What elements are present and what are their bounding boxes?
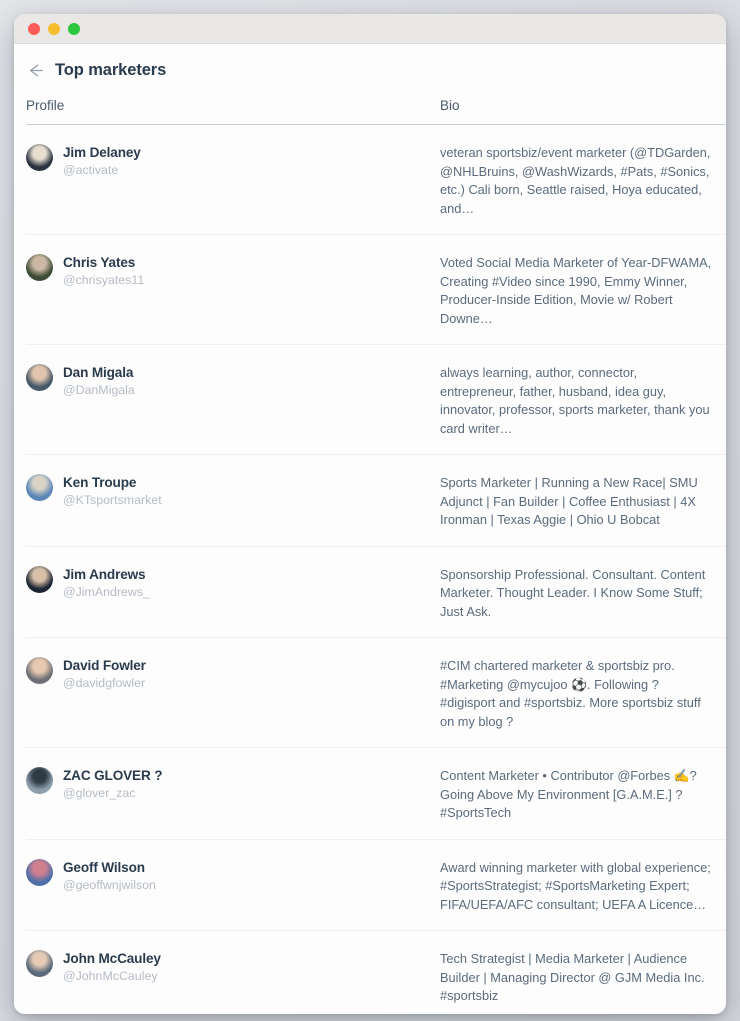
table-row[interactable]: David Fowler @davidgfowler #CIM chartered …: [26, 638, 726, 748]
avatar[interactable]: [26, 767, 53, 794]
avatar[interactable]: [26, 858, 53, 886]
profile-cell[interactable]: David Fowler @davidgfowler: [26, 656, 440, 731]
table-row[interactable]: Jim Andrews @JimAndrews_ Sponsorship Profe…: [26, 547, 726, 638]
profile-name[interactable]: Jim Andrews: [63, 566, 150, 583]
avatar-image: [26, 144, 53, 171]
profile-handle[interactable]: @DanMigala: [63, 382, 135, 398]
arrow-left-icon[interactable]: [26, 61, 45, 80]
profile-names: ZAC GLOVER ? @glover_zac: [63, 766, 163, 801]
profile-name[interactable]: ZAC GLOVER ?: [63, 767, 163, 784]
avatar-image: [26, 657, 53, 684]
minimize-window-button[interactable]: [48, 22, 60, 35]
app-window: Top marketers Profile Bio Jim Delaney @ac…: [14, 14, 726, 1014]
profile-names: Jim Delaney @activate: [63, 143, 141, 178]
window-titlebar: [14, 14, 726, 44]
avatar-image: [26, 767, 53, 794]
profile-cell[interactable]: Jim Delaney @activate: [26, 143, 440, 218]
profile-cell[interactable]: Ken Troupe @KTsportsmarket: [26, 473, 440, 530]
profile-bio: Sponsorship Professional. Consultant. Co…: [440, 566, 706, 619]
profile-name[interactable]: Dan Migala: [63, 364, 135, 381]
table-header-row: Profile Bio: [26, 98, 726, 125]
marketers-table: Profile Bio Jim Delaney @activate veteran …: [24, 98, 726, 1014]
profile-bio: always learning, author, connector, entr…: [440, 365, 710, 436]
profile-cell[interactable]: John McCauley @JohnMcCauley: [26, 949, 440, 1006]
table-row[interactable]: Jim Delaney @activate veteran sportsbiz/ev…: [26, 125, 726, 235]
profile-names: Ken Troupe @KTsportsmarket: [63, 473, 162, 508]
profile-name[interactable]: Chris Yates: [63, 254, 144, 271]
profile-handle[interactable]: @JohnMcCauley: [63, 968, 161, 984]
avatar-image: [26, 364, 53, 391]
profile-bio: #CIM chartered marketer & sportsbiz pro.…: [440, 658, 701, 729]
profile-handle[interactable]: @glover_zac: [63, 785, 162, 801]
profile-handle[interactable]: @geoffwnjwilson: [63, 877, 156, 893]
profile-cell[interactable]: Chris Yates @chrisyates11: [26, 253, 440, 328]
profile-names: John McCauley @JohnMcCauley: [63, 949, 161, 984]
column-header-profile: Profile: [26, 98, 65, 113]
profile-names: David Fowler @davidgfowler: [63, 656, 146, 691]
profile-name[interactable]: John McCauley: [63, 950, 161, 967]
page-header: Top marketers: [26, 45, 712, 80]
avatar-image: [26, 950, 53, 977]
table-body: Jim Delaney @activate veteran sportsbiz/ev…: [24, 125, 726, 1014]
profile-name[interactable]: Geoff Wilson: [63, 859, 156, 876]
close-window-button[interactable]: [28, 22, 40, 35]
profile-bio: Tech Strategist | Media Marketer | Audie…: [440, 951, 705, 1003]
avatar[interactable]: [26, 657, 53, 684]
profile-names: Dan Migala @DanMigala: [63, 363, 135, 398]
table-row[interactable]: Geoff Wilson @geoffwnjwilson Award winning…: [26, 840, 726, 931]
avatar[interactable]: [26, 474, 53, 501]
table-row[interactable]: Ken Troupe @KTsportsmarket Sports Marketer…: [26, 455, 726, 547]
profile-bio: Voted Social Media Marketer of Year-DFWA…: [440, 255, 712, 326]
avatar[interactable]: [26, 254, 53, 281]
profile-names: Jim Andrews @JimAndrews_: [63, 565, 150, 600]
profile-handle[interactable]: @davidgfowler: [63, 675, 146, 691]
profile-bio: Content Marketer • Contributor @Forbes ✍…: [440, 768, 697, 820]
profile-names: Geoff Wilson @geoffwnjwilson: [63, 858, 156, 893]
column-header-bio: Bio: [440, 98, 460, 113]
page-content: Top marketers Profile Bio Jim Delaney @ac…: [14, 45, 726, 1014]
table-row[interactable]: John McCauley @JohnMcCauley Tech Strategis…: [26, 931, 726, 1014]
avatar-image: [26, 474, 53, 501]
avatar[interactable]: [26, 950, 53, 977]
profile-cell[interactable]: Jim Andrews @JimAndrews_: [26, 565, 440, 622]
avatar[interactable]: [26, 144, 53, 171]
page-scroll-container[interactable]: Top marketers Profile Bio Jim Delaney @ac…: [14, 45, 726, 1014]
avatar[interactable]: [26, 565, 53, 593]
avatar[interactable]: [26, 364, 53, 391]
table-row[interactable]: Chris Yates @chrisyates11 Voted Social Med…: [26, 235, 726, 345]
profile-handle[interactable]: @JimAndrews_: [63, 584, 150, 600]
profile-name[interactable]: Ken Troupe: [63, 474, 162, 491]
profile-bio: Sports Marketer | Running a New Race| SM…: [440, 475, 698, 527]
page-title: Top marketers: [55, 61, 167, 79]
avatar-image: [26, 858, 53, 886]
table-row[interactable]: Dan Migala @DanMigala always learning, aut…: [26, 345, 726, 455]
profile-name[interactable]: David Fowler: [63, 657, 146, 674]
profile-cell[interactable]: ZAC GLOVER ? @glover_zac: [26, 766, 440, 823]
table-row[interactable]: ZAC GLOVER ? @glover_zac Content Marketer …: [26, 748, 726, 840]
profile-handle[interactable]: @chrisyates11: [63, 272, 144, 288]
profile-name[interactable]: Jim Delaney: [63, 144, 141, 161]
profile-handle[interactable]: @activate: [63, 162, 141, 178]
profile-names: Chris Yates @chrisyates11: [63, 253, 144, 288]
profile-bio: veteran sportsbiz/event marketer (@TDGar…: [440, 145, 711, 216]
avatar-image: [26, 565, 53, 593]
avatar-image: [26, 254, 53, 281]
profile-cell[interactable]: Geoff Wilson @geoffwnjwilson: [26, 858, 440, 915]
profile-handle[interactable]: @KTsportsmarket: [63, 492, 162, 508]
maximize-window-button[interactable]: [68, 22, 80, 35]
profile-cell[interactable]: Dan Migala @DanMigala: [26, 363, 440, 438]
profile-bio: Award winning marketer with global exper…: [440, 859, 711, 912]
